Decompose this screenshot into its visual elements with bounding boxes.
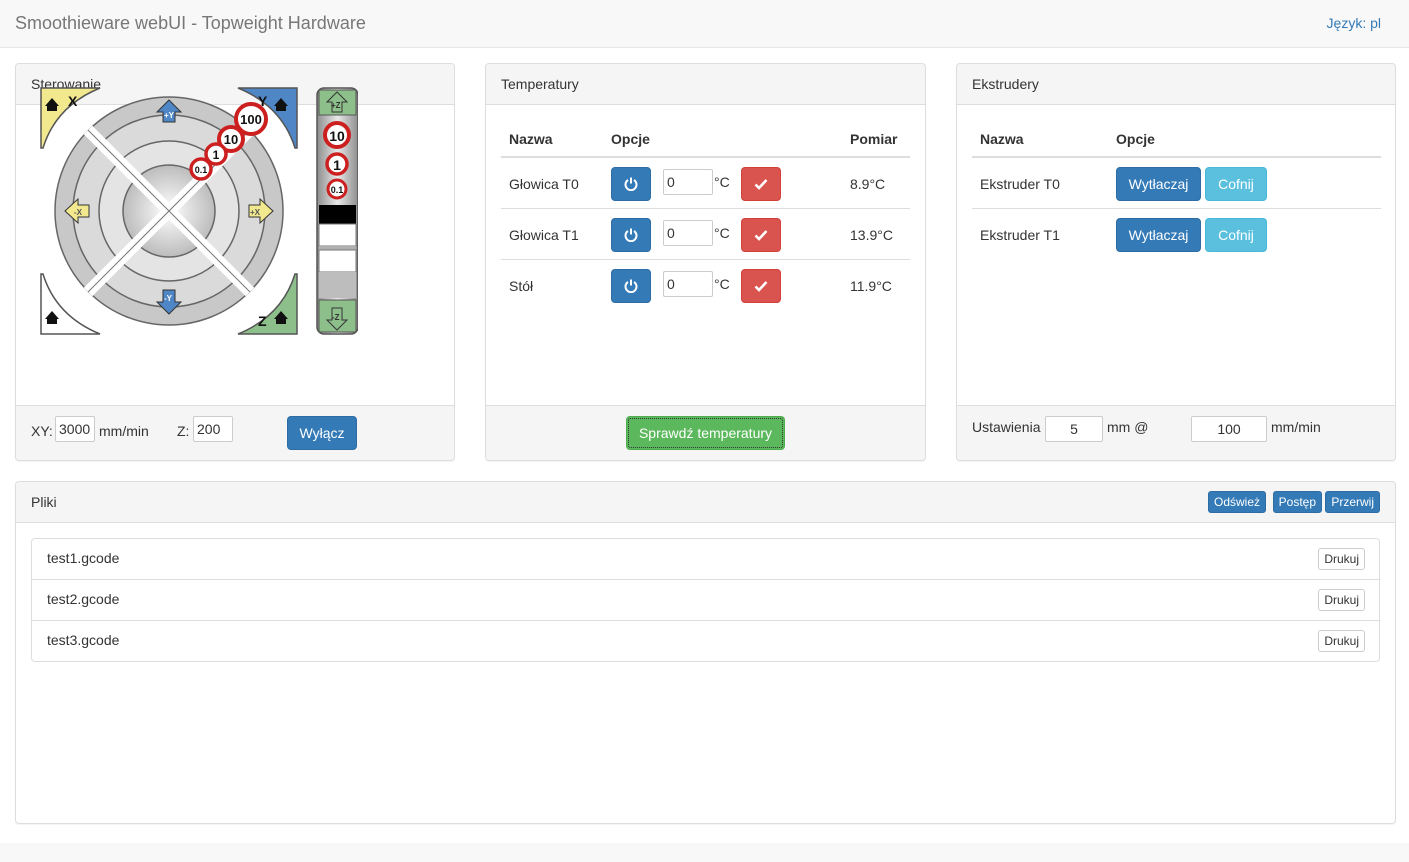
heater-toggle-button[interactable] [611, 218, 651, 252]
temperatures-panel: Temperatury Nazwa Opcje Pomiar Głowica T… [485, 63, 926, 461]
temp-row-name: Głowica T1 [509, 227, 579, 243]
extruder-column-name: Nazwa [980, 131, 1024, 147]
temp-column-measure: Pomiar [850, 131, 898, 147]
files-panel-header: Pliki Odśwież Postęp Przerwij [16, 482, 1395, 523]
extruders-panel: Ekstrudery Nazwa Opcje Ekstruder T0 Wytł… [956, 63, 1396, 461]
z-feed-label: Z: [177, 423, 190, 439]
extruder-row-name: Ekstruder T1 [980, 227, 1060, 243]
xy-step-label: 1 [213, 148, 220, 162]
power-icon [624, 177, 638, 191]
navbar: Smoothieware webUI - Topweight Hardware … [0, 0, 1409, 48]
jog-control[interactable]: X Y Z +Y -Y -X +X 100 10 1 0.1 +Z 10 1 0… [38, 84, 358, 344]
extrude-length-unit: mm @ [1107, 419, 1149, 435]
temp-target-input[interactable] [663, 220, 713, 246]
minus-x-label: -X [74, 208, 83, 217]
extruder-column-options: Opcje [1116, 131, 1155, 147]
z-step-label: 10 [329, 128, 345, 144]
temp-reading: 13.9°C [850, 227, 893, 243]
motors-off-button[interactable]: Wyłącz [287, 416, 357, 450]
minus-z-label: -Z [332, 313, 340, 322]
print-button[interactable]: Drukuj [1318, 548, 1365, 570]
extruder-settings-label: Ustawienia [972, 419, 1041, 435]
step-0-1-badge[interactable]: 0.1 [189, 157, 213, 181]
temp-reading: 8.9°C [850, 176, 886, 192]
extrude-button[interactable]: Wytłaczaj [1116, 218, 1201, 252]
extruders-panel-title: Ekstrudery [957, 64, 1395, 105]
files-panel-title: Pliki [31, 494, 57, 510]
temp-unit: °C [714, 174, 730, 190]
check-icon [754, 179, 768, 190]
heater-toggle-button[interactable] [611, 269, 651, 303]
extrude-speed-unit: mm/min [1271, 419, 1321, 435]
file-list-item[interactable]: test3.gcode Drukuj [32, 621, 1380, 662]
home-x-label: X [68, 93, 78, 109]
temp-target-input[interactable] [663, 271, 713, 297]
z-jog-column[interactable]: +Z 10 1 0.1 -Z [316, 87, 358, 335]
xy-feed-label: XY: [31, 423, 53, 439]
temp-target-input[interactable] [663, 169, 713, 195]
file-name: test2.gcode [47, 591, 120, 607]
temp-column-options: Opcje [611, 131, 650, 147]
check-icon [754, 230, 768, 241]
file-list-item[interactable]: test2.gcode Drukuj [32, 580, 1380, 621]
file-name: test3.gcode [47, 632, 120, 648]
temperatures-panel-footer: Sprawdź temperatury [486, 405, 925, 460]
extruder-row-name: Ekstruder T0 [980, 176, 1060, 192]
abort-button[interactable]: Przerwij [1325, 491, 1380, 513]
temp-column-name: Nazwa [509, 131, 553, 147]
check-icon [754, 281, 768, 292]
file-list-item[interactable]: test1.gcode Drukuj [32, 539, 1380, 580]
xy-step-label: 10 [224, 132, 238, 147]
files-panel: Pliki Odśwież Postęp Przerwij test1.gcod… [15, 481, 1396, 824]
print-button[interactable]: Drukuj [1318, 589, 1365, 611]
xy-feed-unit: mm/min [99, 423, 149, 439]
control-panel: Sterowanie X Y Z +Y -Y -X +X 100 10 1 0.… [15, 63, 455, 461]
retract-button[interactable]: Cofnij [1205, 167, 1267, 201]
temp-unit: °C [714, 276, 730, 292]
temp-unit: °C [714, 225, 730, 241]
file-name: test1.gcode [47, 550, 120, 566]
progress-button[interactable]: Postęp [1272, 491, 1322, 513]
retract-button[interactable]: Cofnij [1205, 218, 1267, 252]
temp-row-name: Stół [509, 278, 534, 294]
extrude-button[interactable]: Wytłaczaj [1116, 167, 1201, 201]
file-list: test1.gcode Drukuj test2.gcode Drukuj te… [31, 538, 1380, 662]
xy-step-label: 0.1 [195, 165, 208, 175]
xy-feed-input[interactable] [55, 416, 95, 442]
check-temperatures-button[interactable]: Sprawdź temperatury [626, 416, 785, 450]
temperatures-panel-title: Temperatury [486, 64, 925, 105]
set-temp-button[interactable] [741, 269, 781, 303]
main-content: Sterowanie X Y Z +Y -Y -X +X 100 10 1 0.… [0, 48, 1409, 843]
power-icon [624, 228, 638, 242]
home-z-label: Z [258, 313, 267, 329]
set-temp-button[interactable] [741, 167, 781, 201]
xy-step-label: 100 [240, 112, 262, 127]
app-title[interactable]: Smoothieware webUI - Topweight Hardware [15, 13, 366, 34]
z-feed-input[interactable] [193, 416, 233, 442]
control-panel-footer: XY: mm/min Z: Wyłącz [16, 405, 454, 460]
extrude-length-input[interactable] [1045, 416, 1103, 442]
z-step-label: 0.1 [331, 185, 344, 195]
extrude-speed-input[interactable] [1191, 416, 1267, 442]
minus-y-label: -Y [164, 294, 173, 303]
plus-y-label: +Y [164, 111, 175, 120]
refresh-button[interactable]: Odśwież [1207, 491, 1266, 513]
power-icon [624, 279, 638, 293]
language-link[interactable]: Język: pl [1327, 15, 1381, 31]
set-temp-button[interactable] [741, 218, 781, 252]
extruders-panel-footer: Ustawienia mm @ mm/min [957, 405, 1395, 460]
plus-x-label: +X [250, 208, 261, 217]
heater-toggle-button[interactable] [611, 167, 651, 201]
temp-reading: 11.9°C [850, 278, 892, 294]
temp-row-name: Głowica T0 [509, 176, 579, 192]
plus-z-label: +Z [331, 101, 341, 110]
print-button[interactable]: Drukuj [1318, 630, 1365, 652]
z-step-label: 1 [333, 157, 341, 173]
